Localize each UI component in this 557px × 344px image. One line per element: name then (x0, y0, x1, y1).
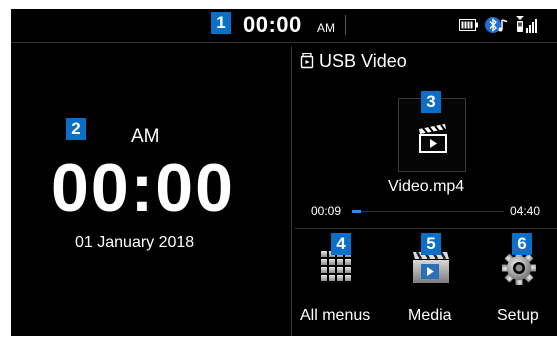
clock-time: 00:00 (51, 150, 235, 226)
media-filename: Video.mp4 (388, 178, 465, 195)
callout-badge-5: 5 (421, 233, 441, 255)
usb-video-icon (300, 53, 314, 69)
callout-badge-4: 4 (331, 233, 351, 255)
grid-menu-icon (321, 251, 351, 281)
status-clock: 00:00 (243, 12, 302, 37)
callout-badge-2: 2 (66, 118, 86, 140)
media-position: 00:09 (311, 204, 342, 218)
media-duration: 04:40 (510, 204, 541, 218)
status-bar: 00:00 AM (11, 9, 557, 42)
video-clapperboard-icon (419, 124, 447, 153)
media-progress-bar[interactable] (352, 210, 504, 213)
media-divider (295, 228, 557, 229)
clock-date: 01 January 2018 (75, 234, 195, 251)
callout-badge-6: 6 (512, 233, 532, 255)
tile-media-label: Media (408, 307, 452, 324)
clock-ampm: AM (131, 126, 160, 147)
infotainment-screen: 00:00 AM AM 00:00 01 January 2018 USB Vi… (11, 9, 557, 336)
status-bar-divider (11, 42, 557, 43)
tile-all-menus-label: All menus (300, 307, 371, 324)
callout-badge-3: 3 (421, 91, 441, 113)
phone-signal-icon (516, 16, 537, 33)
panel-divider (291, 46, 292, 336)
status-divider (345, 15, 346, 35)
tile-setup-label: Setup (497, 307, 539, 324)
media-progress-fill (352, 210, 362, 213)
callout-badge-1: 1 (211, 12, 231, 34)
bluetooth-audio-icon (485, 17, 508, 33)
battery-icon (459, 19, 478, 31)
media-source-title: USB Video (319, 51, 407, 71)
gear-icon (502, 251, 536, 285)
status-ampm: AM (317, 21, 335, 35)
media-clapperboard-icon (413, 251, 449, 283)
